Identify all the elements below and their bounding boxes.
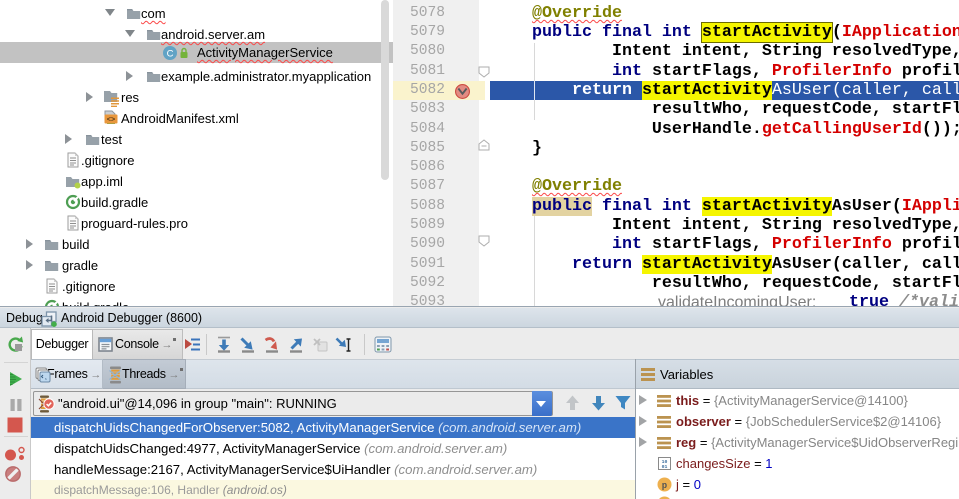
svg-text:01: 01 [662, 464, 668, 470]
svg-text:C: C [167, 49, 174, 60]
svg-text:<>: <> [107, 116, 115, 124]
svg-text:p: p [662, 481, 667, 491]
